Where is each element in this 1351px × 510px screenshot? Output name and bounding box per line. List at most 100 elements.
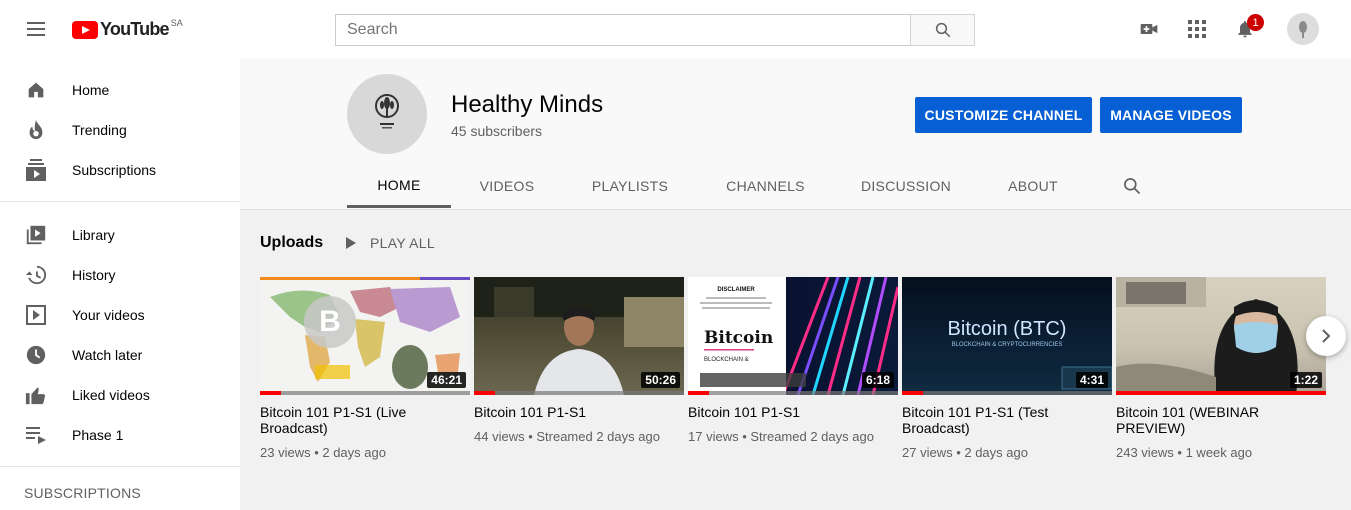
- watch-progress-bar: [688, 391, 709, 395]
- tab-discussion[interactable]: DISCUSSION: [834, 164, 978, 208]
- channel-header: Healthy Minds 45 subscribers CUSTOMIZE C…: [240, 58, 1351, 210]
- sidebar-item-label: Phase 1: [72, 427, 124, 443]
- watch-progress-track: [902, 391, 1112, 395]
- video-meta: 27 views • 2 days ago: [902, 445, 1028, 460]
- channel-logo-icon: [375, 94, 399, 129]
- video-duration: 1:22: [1289, 372, 1322, 388]
- tab-about[interactable]: ABOUT: [978, 164, 1088, 208]
- watch-progress-bar: [902, 391, 923, 395]
- play-all-label: PLAY ALL: [370, 235, 435, 251]
- search-button[interactable]: [910, 14, 975, 46]
- tab-videos[interactable]: VIDEOS: [451, 164, 563, 208]
- sidebar-item-home[interactable]: Home: [0, 70, 240, 110]
- sidebar-item-subscriptions[interactable]: Subscriptions: [0, 150, 240, 190]
- library-icon: [24, 223, 48, 247]
- channel-name: Healthy Minds: [451, 91, 604, 118]
- search-input[interactable]: [336, 15, 911, 45]
- thumbs-up-icon: [24, 383, 48, 407]
- watch-progress-track: [260, 391, 470, 395]
- customize-channel-button[interactable]: CUSTOMIZE CHANNEL: [915, 97, 1092, 133]
- btc-title-text: Bitcoin (BTC): [948, 318, 1067, 340]
- history-icon: [24, 263, 48, 287]
- top-bar: YouTube SA 1: [0, 0, 1351, 58]
- sidebar-item-liked-videos[interactable]: Liked videos: [0, 375, 240, 415]
- sidebar-item-label: Home: [72, 82, 110, 98]
- clock-icon: [24, 343, 48, 367]
- tab-home[interactable]: HOME: [347, 164, 451, 208]
- video-card: 1:22 Bitcoin 101 (WEBINAR PREVIEW) 243 v…: [1116, 277, 1326, 461]
- sidebar-divider: [0, 466, 240, 467]
- tab-channels[interactable]: CHANNELS: [697, 164, 834, 208]
- video-card: Bitcoin (BTC) BLOCKCHAIN & CRYPTOCURRENC…: [902, 277, 1112, 461]
- video-card: DISCLAIMER Bitcoin BLOCKCHAIN & 6:18 Bit…: [688, 277, 898, 445]
- hamburger-menu-icon[interactable]: [24, 19, 48, 39]
- search-box: [335, 14, 911, 46]
- subscriber-count: 45 subscribers: [451, 123, 543, 139]
- watch-progress-track: [474, 391, 684, 395]
- sidebar-item-label: Liked videos: [72, 387, 150, 403]
- video-meta: 243 views • 1 week ago: [1116, 445, 1253, 460]
- video-duration: 46:21: [427, 372, 466, 388]
- account-avatar[interactable]: [1287, 13, 1319, 45]
- video-thumbnail[interactable]: 1:22: [1116, 277, 1326, 395]
- uploads-title[interactable]: Uploads: [260, 234, 323, 252]
- fire-icon: [24, 118, 48, 142]
- home-icon: [24, 78, 48, 102]
- subscriptions-icon: [24, 158, 48, 182]
- watch-progress-track: [688, 391, 898, 395]
- video-thumbnail[interactable]: DISCLAIMER Bitcoin BLOCKCHAIN & 6:18: [688, 277, 898, 395]
- video-duration: 6:18: [861, 372, 894, 388]
- video-title[interactable]: Bitcoin 101 P1-S1 (Live Broadcast): [260, 404, 470, 436]
- logo-region: SA: [170, 17, 183, 28]
- subscriptions-heading: SUBSCRIPTIONS: [24, 485, 141, 501]
- channel-avatar[interactable]: [347, 74, 427, 154]
- create-video-icon[interactable]: [1137, 17, 1161, 41]
- sidebar-item-your-videos[interactable]: Your videos: [0, 295, 240, 335]
- video-title[interactable]: Bitcoin 101 P1-S1: [688, 404, 898, 420]
- video-card: B 46:21 Bitcoin 101 P1-S1 (Live Broadcas…: [260, 277, 470, 461]
- svg-text:B: B: [319, 305, 341, 338]
- sidebar-item-label: Watch later: [72, 347, 143, 363]
- channel-search-icon[interactable]: [1120, 174, 1144, 198]
- play-all-button[interactable]: PLAY ALL: [345, 234, 435, 252]
- manage-videos-button[interactable]: MANAGE VIDEOS: [1100, 97, 1242, 133]
- playlist-icon: [24, 423, 48, 447]
- logo-text: YouTube: [100, 19, 170, 39]
- sidebar-divider: [0, 201, 240, 202]
- sidebar-item-label: History: [72, 267, 116, 283]
- video-meta: 17 views • Streamed 2 days ago: [688, 429, 874, 444]
- sidebar-item-history[interactable]: History: [0, 255, 240, 295]
- btc-subtitle-text: BLOCKCHAIN & CRYPTOCURRENCIES: [952, 342, 1063, 348]
- video-duration: 4:31: [1075, 372, 1108, 388]
- sidebar-item-trending[interactable]: Trending: [0, 110, 240, 150]
- video-meta: 23 views • 2 days ago: [260, 445, 386, 460]
- sidebar-item-label: Library: [72, 227, 115, 243]
- video-title[interactable]: Bitcoin 101 P1-S1: [474, 404, 684, 420]
- sidebar-item-library[interactable]: Library: [0, 215, 240, 255]
- your-videos-icon: [24, 303, 48, 327]
- tab-playlists[interactable]: PLAYLISTS: [563, 164, 697, 208]
- video-meta: 44 views • Streamed 2 days ago: [474, 429, 660, 444]
- video-duration: 50:26: [641, 372, 680, 388]
- blockchain-text: BLOCKCHAIN &: [704, 357, 749, 363]
- youtube-play-icon: [72, 20, 98, 39]
- video-thumbnail[interactable]: 50:26: [474, 277, 684, 395]
- disclaimer-text: DISCLAIMER: [717, 287, 755, 293]
- sidebar-item-watch-later[interactable]: Watch later: [0, 335, 240, 375]
- next-arrow-button[interactable]: [1306, 316, 1346, 356]
- sidebar-item-phase-1[interactable]: Phase 1: [0, 415, 240, 455]
- apps-grid-icon[interactable]: [1185, 17, 1209, 41]
- video-title[interactable]: Bitcoin 101 (WEBINAR PREVIEW): [1116, 404, 1326, 436]
- search-icon: [935, 22, 950, 38]
- video-thumbnail[interactable]: Bitcoin (BTC) BLOCKCHAIN & CRYPTOCURRENC…: [902, 277, 1112, 395]
- video-title[interactable]: Bitcoin 101 P1-S1 (Test Broadcast): [902, 404, 1112, 436]
- notification-badge: 1: [1247, 14, 1264, 31]
- play-icon: [346, 237, 356, 249]
- sidebar-item-label: Your videos: [72, 307, 145, 323]
- watch-progress-bar: [1116, 391, 1326, 395]
- sidebar-item-label: Subscriptions: [72, 162, 157, 178]
- sidebar-item-label: Trending: [72, 122, 127, 138]
- video-thumbnail[interactable]: B 46:21: [260, 277, 470, 395]
- youtube-logo[interactable]: YouTube SA: [72, 17, 183, 40]
- watch-progress-bar: [260, 391, 281, 395]
